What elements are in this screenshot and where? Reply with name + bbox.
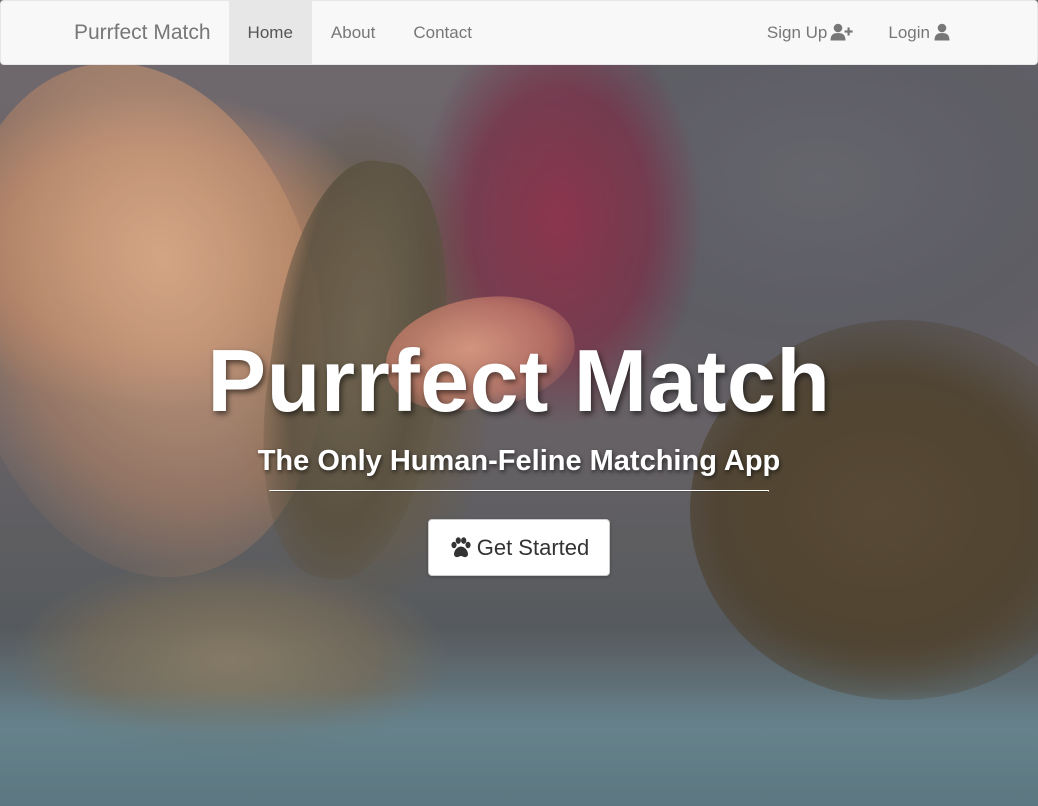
top-navbar: Purrfect Match Home About Contact Sign U… bbox=[0, 0, 1038, 65]
get-started-button[interactable]: Get Started bbox=[427, 519, 611, 577]
hero-content: Purrfect Match The Only Human-Feline Mat… bbox=[0, 330, 1038, 577]
login-link[interactable]: Login bbox=[870, 1, 973, 64]
paw-icon bbox=[449, 536, 473, 559]
nav-link-home[interactable]: Home bbox=[228, 1, 312, 64]
login-label: Login bbox=[888, 22, 930, 42]
get-started-label: Get Started bbox=[476, 534, 590, 560]
nav-auth-links: Sign Up Login bbox=[749, 1, 1037, 64]
nav-links: Home About Contact bbox=[228, 1, 491, 64]
navbar-brand[interactable]: Purrfect Match bbox=[1, 1, 229, 64]
hero-title: Purrfect Match bbox=[207, 331, 831, 430]
user-plus-icon bbox=[830, 23, 853, 41]
sign-up-label: Sign Up bbox=[766, 22, 828, 42]
hero-subtitle: The Only Human-Feline Matching App bbox=[257, 445, 781, 478]
user-icon bbox=[933, 23, 955, 41]
nav-link-contact[interactable]: Contact bbox=[394, 1, 491, 64]
nav-link-about[interactable]: About bbox=[312, 1, 394, 64]
hero-divider bbox=[269, 490, 769, 493]
sign-up-link[interactable]: Sign Up bbox=[749, 1, 870, 64]
